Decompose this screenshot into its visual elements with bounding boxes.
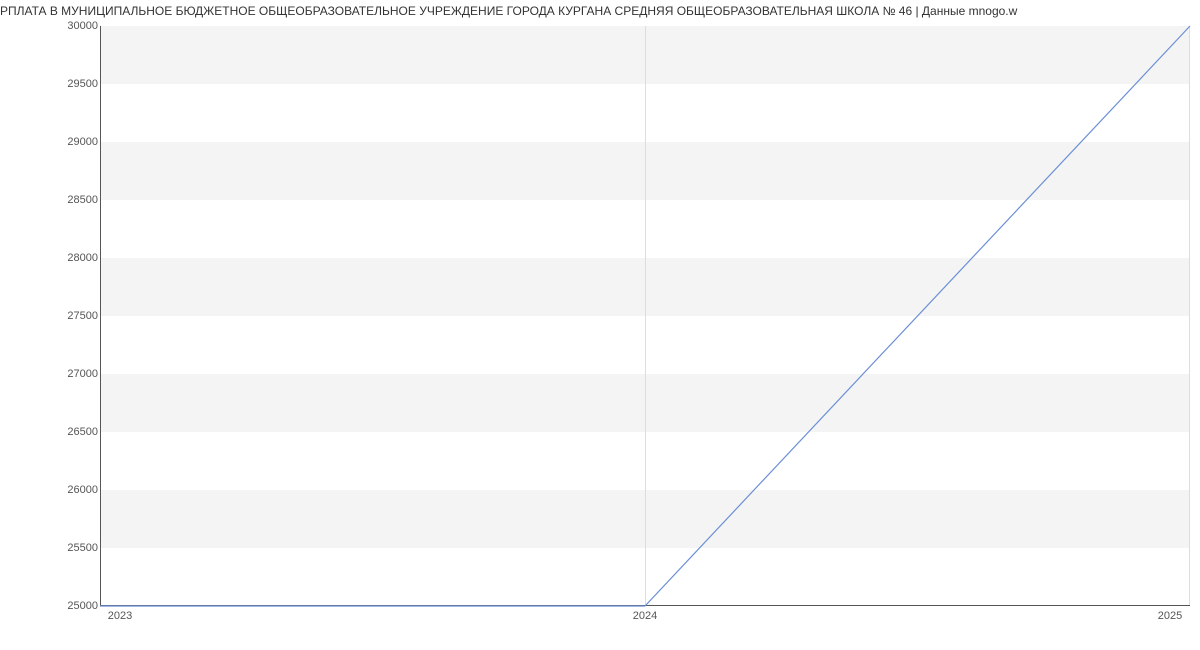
y-tick-label: 26000 bbox=[38, 484, 98, 496]
x-tick-label: 2024 bbox=[633, 610, 657, 622]
line-layer bbox=[100, 26, 1190, 606]
y-tick-label: 25500 bbox=[38, 542, 98, 554]
y-tick-label: 28500 bbox=[38, 194, 98, 206]
plot-area bbox=[100, 26, 1190, 606]
data-line bbox=[100, 26, 1190, 606]
chart-title: РПЛАТА В МУНИЦИПАЛЬНОЕ БЮДЖЕТНОЕ ОБЩЕОБР… bbox=[0, 0, 1200, 22]
x-tick-label: 2023 bbox=[108, 610, 132, 622]
y-tick-label: 27500 bbox=[38, 310, 98, 322]
y-tick-label: 25000 bbox=[38, 600, 98, 612]
y-tick-label: 29500 bbox=[38, 78, 98, 90]
y-tick-label: 27000 bbox=[38, 368, 98, 380]
y-tick-label: 30000 bbox=[38, 20, 98, 32]
y-tick-label: 29000 bbox=[38, 136, 98, 148]
chart-container: РПЛАТА В МУНИЦИПАЛЬНОЕ БЮДЖЕТНОЕ ОБЩЕОБР… bbox=[0, 0, 1200, 650]
x-tick-label: 2025 bbox=[1158, 610, 1182, 622]
y-tick-label: 28000 bbox=[38, 252, 98, 264]
y-tick-label: 26500 bbox=[38, 426, 98, 438]
